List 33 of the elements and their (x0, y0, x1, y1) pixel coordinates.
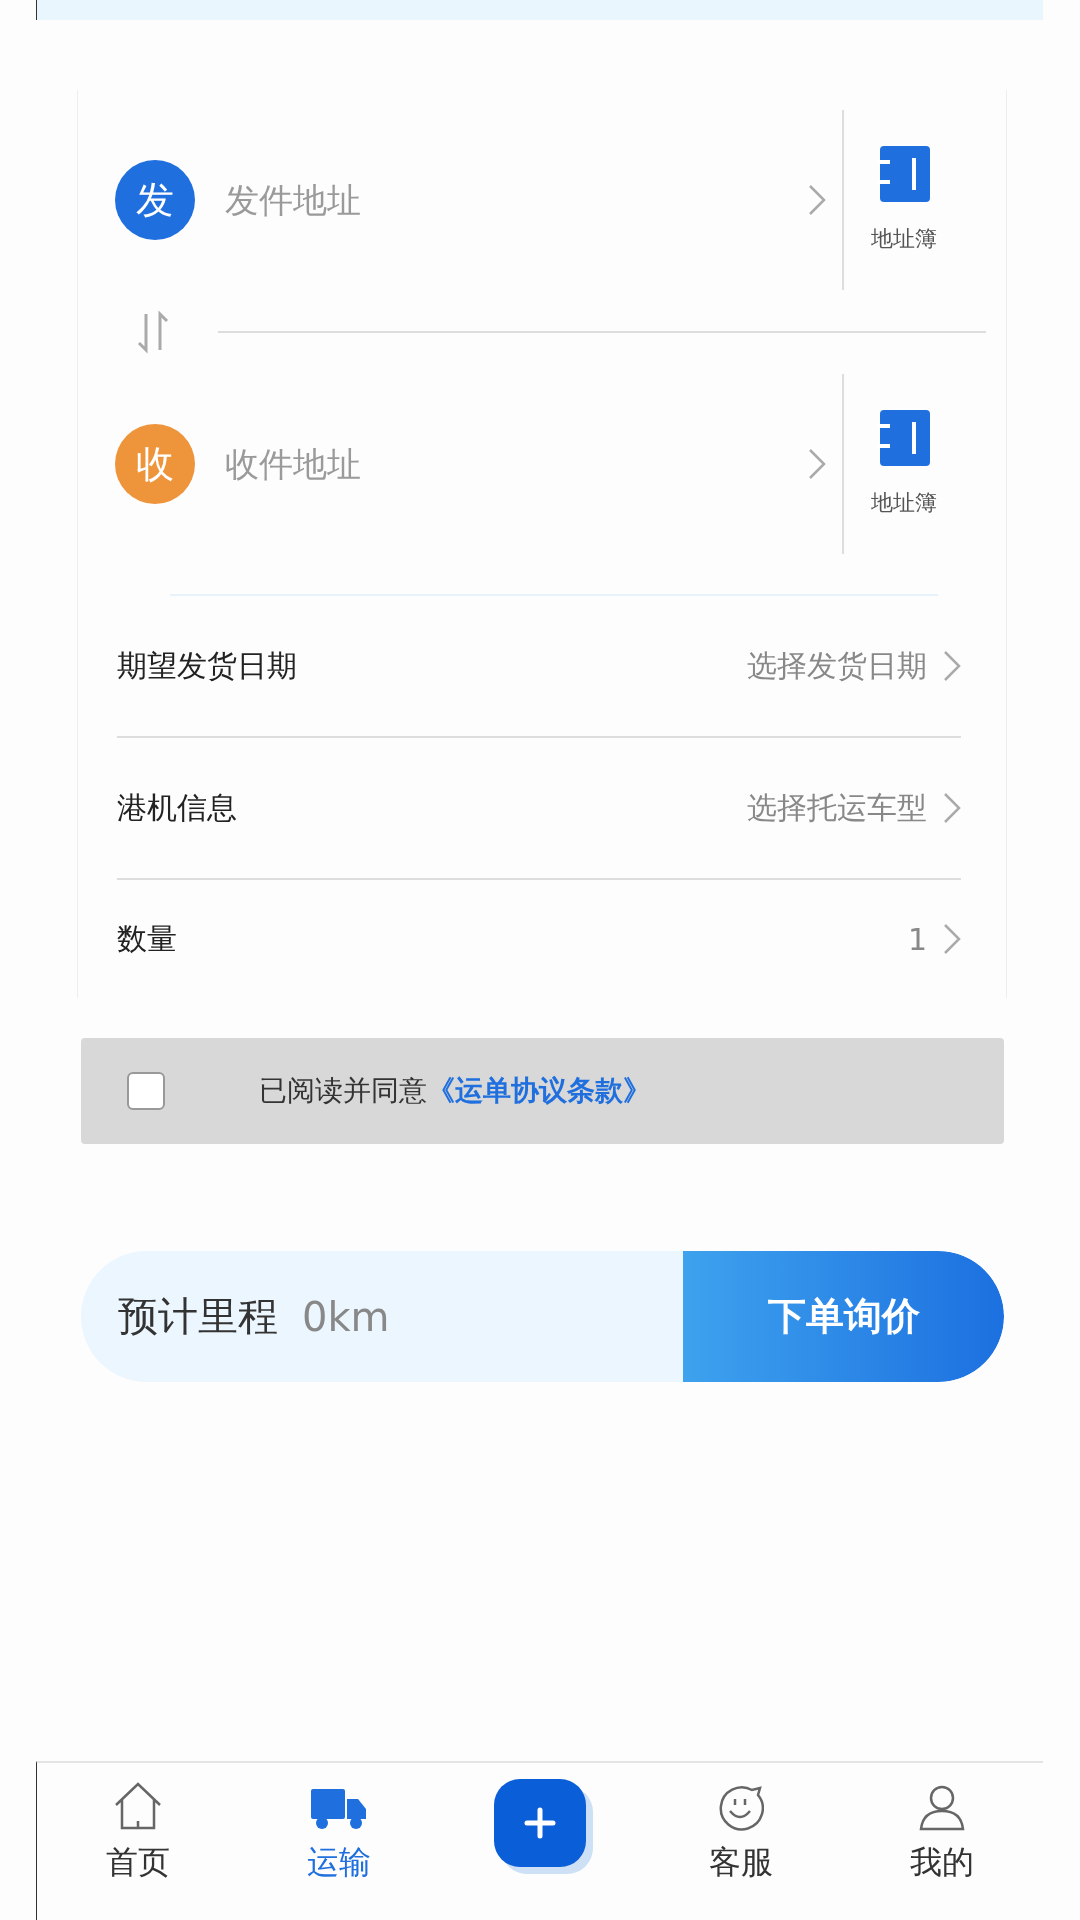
form-row[interactable]: 港机信息 选择托运车型 (117, 738, 961, 880)
address-field[interactable]: 收件地址 (223, 443, 808, 485)
badge: 发 (115, 160, 195, 240)
badge: 收 (115, 424, 195, 504)
field-value: 1 (907, 921, 927, 957)
field-label: 港机信息 (117, 788, 238, 827)
person-icon (919, 1785, 966, 1831)
plus-icon (524, 1807, 556, 1839)
tab[interactable]: 我的 (841, 1763, 1043, 1920)
field-label: 期望发货日期 (117, 646, 298, 685)
tab[interactable]: 运输 (238, 1763, 440, 1920)
chevron-icon (943, 650, 961, 682)
smiley-icon (718, 1785, 765, 1831)
form-row[interactable]: 期望发货日期 选择发货日期 (117, 596, 961, 738)
form-row[interactable]: 数量 1 (117, 880, 961, 998)
field-label: 数量 (117, 919, 178, 958)
chevron-icon (808, 184, 826, 216)
mileage-value: 0km (302, 1293, 391, 1340)
field-value: 选择托运车型 (747, 788, 927, 827)
truck-icon (310, 1787, 367, 1831)
address-field[interactable]: 发件地址 (223, 179, 808, 221)
address-book-button[interactable]: 地址簿 (844, 146, 964, 254)
tab[interactable]: 客服 (640, 1763, 842, 1920)
chevron-icon (943, 792, 961, 824)
chevron-icon (808, 448, 826, 480)
agreement-text: 已阅读并同意《运单协议条款》 (259, 1073, 651, 1109)
address-book-button[interactable]: 地址簿 (844, 410, 964, 518)
notebook-icon (878, 410, 930, 466)
field-value: 选择发货日期 (747, 646, 927, 685)
swap-icon[interactable] (136, 310, 170, 354)
mileage-label: 预计里程 (118, 1292, 278, 1341)
notebook-icon (878, 146, 930, 202)
tab[interactable]: 首页 (37, 1763, 239, 1920)
